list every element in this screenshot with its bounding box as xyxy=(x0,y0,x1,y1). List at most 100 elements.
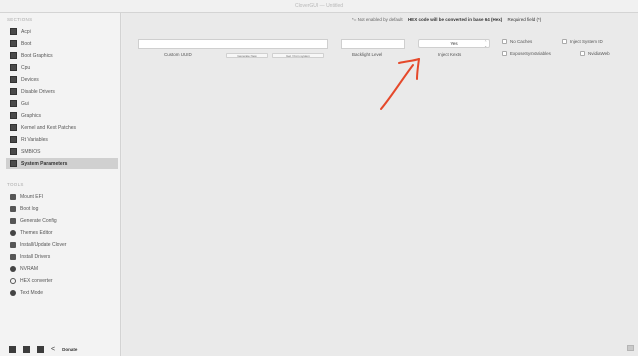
sections-header: SECTIONS xyxy=(7,17,33,22)
checkbox-icon xyxy=(562,39,567,44)
sidebar-item-acpi[interactable]: Acpi xyxy=(10,26,31,37)
annotation-arrow xyxy=(380,58,420,110)
expose-sys-variables-checkbox[interactable]: ExposeSysVariables xyxy=(502,51,551,56)
inject-kexts-select[interactable]: Yes ⌃ ⌄ xyxy=(418,39,490,48)
nvidia-web-checkbox[interactable]: NvidiaWeb xyxy=(580,51,610,56)
hint-row: *= Not enabled by default HEX code will … xyxy=(352,17,541,22)
gui-icon xyxy=(10,100,17,107)
sidebar-item-label: Rt Variables xyxy=(21,136,48,143)
sidebar-item-label: Kernel and Kext Patches xyxy=(21,124,77,131)
sidebar-item-nvram[interactable]: NVRAM xyxy=(10,263,38,274)
checkbox-icon xyxy=(502,51,507,56)
resize-button[interactable] xyxy=(627,345,634,351)
inject-kexts-label: Inject Kexts xyxy=(438,52,462,57)
sidebar-item-label: Graphics xyxy=(21,112,42,119)
sidebar-item-label: Cpu xyxy=(21,64,31,71)
hex-note: HEX code will be converted in base 64 (H… xyxy=(407,17,503,22)
sidebar-item-label: System Parameters xyxy=(21,160,68,167)
window-title: CloverGUI — Untitled xyxy=(294,3,344,9)
inject-kexts-value: Yes xyxy=(450,41,458,46)
sidebar-item-graphics[interactable]: Graphics xyxy=(10,110,41,121)
required-field-note: Required field (*) xyxy=(507,17,542,22)
sidebar-item-cpu[interactable]: Cpu xyxy=(10,62,30,73)
text-mode-icon xyxy=(10,289,16,296)
install-drivers-icon xyxy=(10,253,16,260)
backlight-level-field[interactable] xyxy=(341,39,405,49)
sidebar-item-label: SMBIOS xyxy=(21,148,41,155)
sidebar-item-label: Boot xyxy=(21,40,32,47)
sidebar-item-boot-graphics[interactable]: Boot Graphics xyxy=(10,50,53,61)
graphics-icon xyxy=(10,112,17,119)
sidebar-item-system-parameters[interactable]: System Parameters xyxy=(6,158,118,169)
sidebar-item-gui[interactable]: Gui xyxy=(10,98,29,109)
sidebar-item-label: Generate Config xyxy=(20,217,57,224)
title-bar: CloverGUI — Untitled xyxy=(0,0,638,13)
sidebar-item-disable-drivers[interactable]: Disable Drivers xyxy=(10,86,55,97)
boot-graphics-icon xyxy=(10,52,17,59)
disable-drivers-icon xyxy=(10,88,17,95)
sidebar-item-generate-config[interactable]: Generate Config xyxy=(10,215,57,226)
checkbox-label: No Caches xyxy=(510,39,533,44)
sidebar-item-label: Install Drivers xyxy=(20,253,51,260)
sidebar-item-themes-editor[interactable]: Themes Editor xyxy=(10,227,53,238)
sidebar-bottom-bar: < Donate xyxy=(0,342,121,356)
sidebar-item-label: Gui xyxy=(21,100,29,107)
sidebar-item-label: Devices xyxy=(21,76,39,83)
sidebar-item-label: Mount EFI xyxy=(20,193,44,200)
sidebar-item-label: Text Mode xyxy=(20,289,44,296)
checkbox-label: NvidiaWeb xyxy=(588,51,610,56)
sidebar-item-rt-variables[interactable]: Rt Variables xyxy=(10,134,48,145)
sidebar-item-install-drivers[interactable]: Install Drivers xyxy=(10,251,50,262)
sidebar-item-label: Acpi xyxy=(21,28,31,35)
home-icon[interactable] xyxy=(37,345,44,353)
updown-arrows-icon: ⌃ ⌄ xyxy=(484,40,487,48)
sidebar-item-boot-log[interactable]: Boot log xyxy=(10,203,38,214)
app-window: CloverGUI — Untitled SECTIONS Acpi Boot … xyxy=(0,0,638,356)
generate-uuid-button[interactable]: Generate New xyxy=(226,53,268,58)
boot-icon xyxy=(10,40,17,47)
kernel-kext-patches-icon xyxy=(10,124,17,131)
not-enabled-hint: *= Not enabled by default xyxy=(352,17,403,22)
nvram-icon xyxy=(10,265,16,272)
custom-uuid-label: Custom UUID xyxy=(164,52,192,57)
sidebar-item-label: Boot Graphics xyxy=(21,52,53,59)
sidebar-item-kernel-kext-patches[interactable]: Kernel and Kext Patches xyxy=(10,122,76,133)
donate-button[interactable]: Donate xyxy=(62,347,77,352)
uuid-from-system-button[interactable]: Get / from system xyxy=(272,53,324,58)
sidebar-item-label: HEX converter xyxy=(20,277,53,284)
sidebar-item-label: NVRAM xyxy=(20,265,39,272)
boot-log-icon xyxy=(10,205,16,212)
sidebar-item-hex-converter[interactable]: HEX converter xyxy=(10,275,53,286)
sidebar-item-install-clover[interactable]: Install/Update Clover xyxy=(10,239,66,250)
sidebar-item-smbios[interactable]: SMBIOS xyxy=(10,146,40,157)
mount-efi-icon xyxy=(10,193,16,200)
rt-variables-icon xyxy=(10,136,17,143)
sidebar-item-text-mode[interactable]: Text Mode xyxy=(10,287,43,298)
sidebar-item-devices[interactable]: Devices xyxy=(10,74,39,85)
inject-system-id-checkbox[interactable]: Inject System ID xyxy=(562,39,603,44)
sidebar-item-boot[interactable]: Boot xyxy=(10,38,31,49)
system-parameters-icon xyxy=(10,160,17,167)
sidebar-item-label: Disable Drivers xyxy=(21,88,55,95)
sidebar-item-mount-efi[interactable]: Mount EFI xyxy=(10,191,43,202)
share-icon[interactable]: < xyxy=(51,346,55,353)
tools-header: TOOLS xyxy=(7,182,24,187)
checkbox-label: Inject System ID xyxy=(570,39,603,44)
sidebar: SECTIONS Acpi Boot Boot Graphics Cpu Dev… xyxy=(0,13,121,356)
save-icon[interactable] xyxy=(9,345,16,353)
checkbox-icon xyxy=(580,51,585,56)
hex-converter-icon xyxy=(10,277,16,284)
install-clover-icon xyxy=(10,241,16,248)
devices-icon xyxy=(10,76,17,83)
generate-config-icon xyxy=(10,217,16,224)
sidebar-item-label: Boot log xyxy=(20,205,39,212)
cpu-icon xyxy=(10,64,17,71)
sidebar-item-label: Install/Update Clover xyxy=(20,241,67,248)
acpi-icon xyxy=(10,28,17,35)
open-icon[interactable] xyxy=(23,345,30,353)
smbios-icon xyxy=(10,148,17,155)
checkbox-label: ExposeSysVariables xyxy=(510,51,551,56)
custom-uuid-field[interactable] xyxy=(138,39,328,49)
no-caches-checkbox[interactable]: No Caches xyxy=(502,39,532,44)
themes-editor-icon xyxy=(10,229,16,236)
